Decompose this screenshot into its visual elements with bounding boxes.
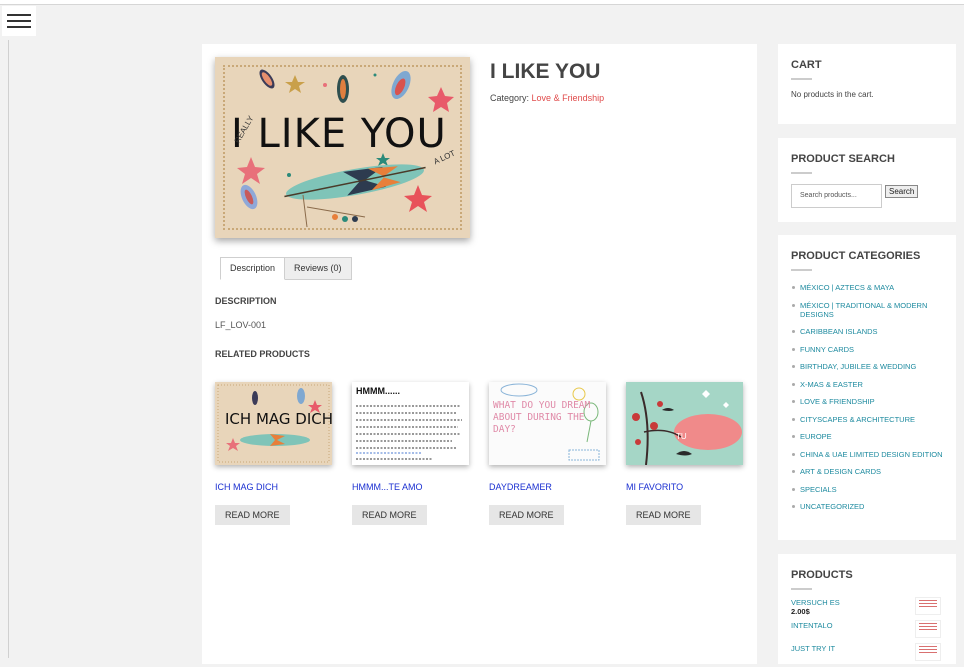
cart-title: CART	[791, 59, 822, 71]
category-item[interactable]: SPECIALS	[791, 485, 949, 494]
description-heading: DESCRIPTION	[215, 296, 277, 306]
product-content: I LIKE YOU REALLY A LOT I LIKE YOU Categ…	[202, 44, 757, 664]
category-item[interactable]: UNCATEGORIZED	[791, 502, 949, 511]
read-more-button[interactable]: READ MORE	[489, 505, 564, 525]
related-product-title[interactable]: MI FAVORITO	[626, 482, 683, 492]
related-products-heading: RELATED PRODUCTS	[215, 349, 310, 359]
widget-underline	[791, 78, 812, 80]
product-thumbnail[interactable]	[915, 597, 941, 615]
read-more-button[interactable]: READ MORE	[626, 505, 701, 525]
hamburger-line-icon	[7, 26, 31, 28]
products-title: PRODUCTS	[791, 569, 853, 581]
related-product-thumbnail[interactable]: ICH MAG DICH	[215, 382, 332, 465]
category-item[interactable]: CARIBBEAN ISLANDS	[791, 327, 949, 336]
widget-underline	[791, 588, 812, 590]
product-categories-title: PRODUCT CATEGORIES	[791, 250, 921, 262]
category-item[interactable]: EUROPE	[791, 432, 949, 441]
related-image-text: WHAT DO YOU DREAM ABOUT DURING THE DAY?	[493, 400, 591, 435]
cart-empty-text: No products in the cart.	[791, 90, 874, 99]
read-more-button[interactable]: READ MORE	[352, 505, 427, 525]
category-item[interactable]: X-MAS & EASTER	[791, 380, 949, 389]
related-product-title[interactable]: HMMM...TE AMO	[352, 482, 423, 492]
category-item[interactable]: LOVE & FRIENDSHIP	[791, 397, 949, 406]
category-item[interactable]: FUNNY CARDS	[791, 345, 949, 354]
search-input[interactable]: Search products...	[791, 184, 882, 208]
product-tabs: Description Reviews (0)	[220, 257, 352, 280]
image-main-text: I LIKE YOU	[231, 111, 447, 157]
tab-description[interactable]: Description	[220, 257, 286, 280]
products-list-item: VERSUCH ES 2.00$	[791, 597, 949, 621]
handwritten-text-lines-icon	[356, 405, 462, 460]
hamburger-line-icon	[7, 20, 31, 22]
read-more-button[interactable]: READ MORE	[215, 505, 290, 525]
category-link[interactable]: Love & Friendship	[532, 93, 605, 103]
category-item[interactable]: CHINA & UAE LIMITED DESIGN EDITION	[791, 450, 949, 459]
related-product-card: ICH MAG DICH ICH MAG DICH READ MORE	[215, 382, 332, 525]
related-product-title[interactable]: DAYDREAMER	[489, 482, 552, 492]
product-categories-widget: PRODUCT CATEGORIES MÉXICO | AZTECS & MAY…	[778, 235, 956, 540]
products-list: VERSUCH ES 2.00$ INTENTALO JUST TRY IT	[791, 597, 949, 667]
related-product-title[interactable]: ICH MAG DICH	[215, 482, 278, 492]
products-widget: PRODUCTS VERSUCH ES 2.00$ INTENTALO JUST…	[778, 554, 956, 664]
category-item[interactable]: BIRTHDAY, JUBILEE & WEDDING	[791, 362, 949, 371]
category-label: Category:	[490, 93, 530, 103]
top-border	[0, 0, 964, 5]
related-image-text: ICH MAG DICH	[225, 410, 332, 428]
category-item[interactable]: MÉXICO | TRADITIONAL & MODERN DESIGNS	[791, 301, 949, 319]
product-thumbnail[interactable]	[915, 643, 941, 661]
product-title: I LIKE YOU	[490, 60, 601, 83]
search-button[interactable]: Search	[885, 185, 919, 198]
hamburger-line-icon	[7, 14, 31, 16]
product-image[interactable]: I LIKE YOU REALLY A LOT	[215, 57, 470, 238]
cart-widget: CART No products in the cart.	[778, 44, 956, 124]
related-product-card: TU MI FAVORITO READ MORE	[626, 382, 743, 525]
product-thumbnail[interactable]	[915, 620, 941, 638]
category-item[interactable]: ART & DESIGN CARDS	[791, 467, 949, 476]
products-list-item: INTENTALO	[791, 620, 949, 644]
related-product-thumbnail[interactable]: WHAT DO YOU DREAM ABOUT DURING THE DAY?	[489, 382, 606, 465]
category-item[interactable]: CITYSCAPES & ARCHITECTURE	[791, 415, 949, 424]
product-sku: LF_LOV-001	[215, 320, 267, 330]
widget-underline	[791, 269, 812, 271]
products-list-item: JUST TRY IT	[791, 643, 949, 667]
floral-bird-icon	[632, 390, 742, 465]
product-search-title: PRODUCT SEARCH	[791, 153, 895, 165]
widget-underline	[791, 172, 812, 174]
related-product-card: HMMM...... HMMM...TE AMO READ MORE	[352, 382, 469, 525]
product-search-widget: PRODUCT SEARCH Search products... Search	[778, 138, 956, 222]
related-image-text: TU	[676, 432, 687, 441]
related-product-thumbnail[interactable]: HMMM......	[352, 382, 469, 465]
related-product-card: WHAT DO YOU DREAM ABOUT DURING THE DAY? …	[489, 382, 606, 525]
product-category-line: Category: Love & Friendship	[490, 93, 604, 103]
category-item[interactable]: MÉXICO | AZTECS & MAYA	[791, 283, 949, 292]
related-product-thumbnail[interactable]: TU	[626, 382, 743, 465]
hamburger-menu-button[interactable]	[2, 6, 36, 36]
tab-reviews[interactable]: Reviews (0)	[285, 257, 352, 280]
left-border	[8, 40, 9, 658]
category-list: MÉXICO | AZTECS & MAYA MÉXICO | TRADITIO…	[791, 283, 949, 520]
